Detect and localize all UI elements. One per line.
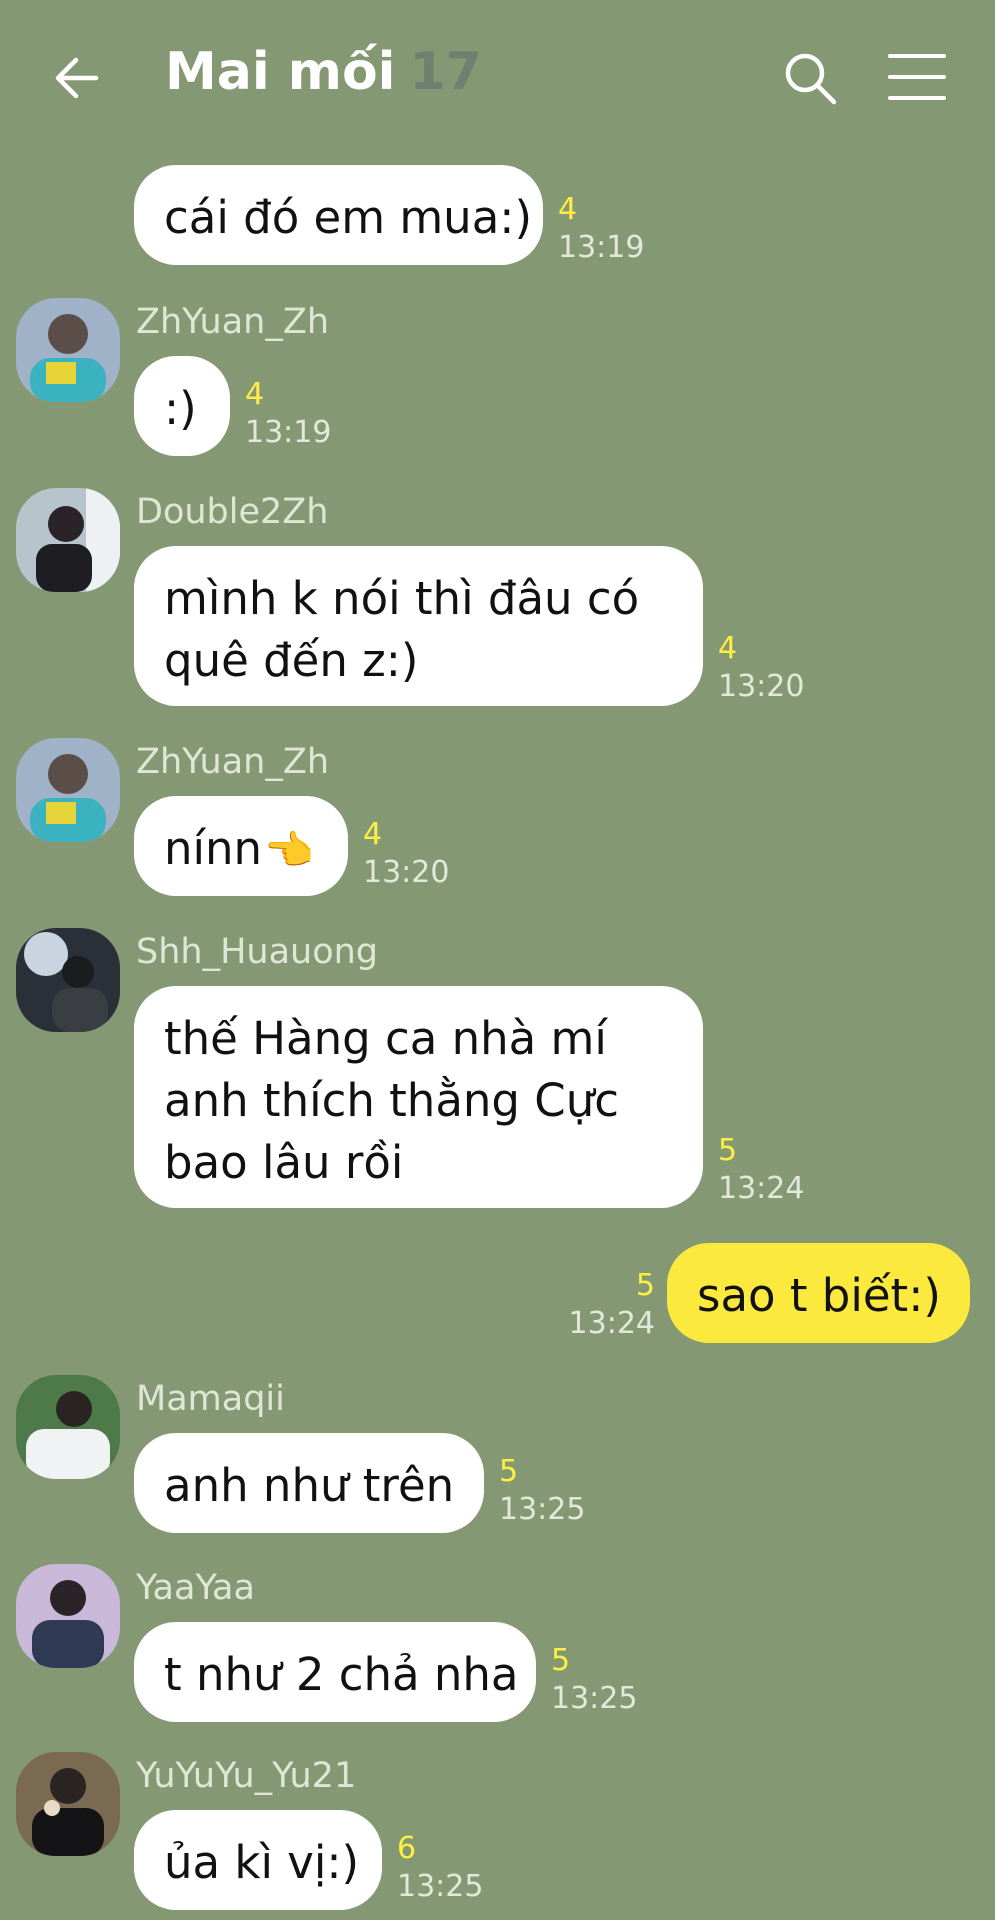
message-time: 13:25	[551, 1681, 638, 1716]
message-bubble[interactable]: t như 2 chả nha	[134, 1622, 536, 1722]
message-bubble[interactable]: thế Hàng ca nhà mí anh thích thằng Cực b…	[134, 986, 703, 1208]
read-count: 5	[551, 1643, 571, 1678]
message-text: ủa kì vị:)	[164, 1836, 360, 1889]
message-bubble[interactable]: :)	[134, 356, 230, 456]
message-meta: 6 13:25	[397, 1830, 483, 1906]
message-text-line: thế Hàng ca nhà mí	[164, 1012, 607, 1065]
message-text-line: mình k nói thì đâu có	[164, 572, 640, 625]
sender-name: ZhYuan_Zh	[136, 302, 329, 342]
read-count: 5	[499, 1454, 519, 1489]
message-meta: 5 13:24	[569, 1267, 655, 1343]
read-count: 4	[718, 631, 738, 666]
avatar[interactable]	[16, 738, 120, 842]
message-bubble[interactable]: cái đó em mua:)	[134, 165, 543, 265]
message-meta: 4 13:20	[718, 630, 804, 706]
avatar[interactable]	[16, 1375, 120, 1479]
back-arrow-icon[interactable]	[50, 48, 110, 108]
message-bubble[interactable]: mình k nói thì đâu có quê đến z:)	[134, 546, 703, 706]
message-text: nínn	[164, 822, 263, 875]
message-bubble[interactable]: ủa kì vị:)	[134, 1810, 382, 1910]
read-count: 5	[718, 1133, 738, 1168]
message-bubble[interactable]: sao t biết:)	[667, 1243, 970, 1343]
read-count: 4	[558, 192, 578, 227]
menu-icon[interactable]	[888, 54, 946, 100]
message-time: 13:24	[718, 1171, 805, 1206]
sender-name: Shh_Huauong	[136, 932, 379, 972]
message-bubble[interactable]: anh như trên	[134, 1433, 484, 1533]
message-text: :)	[164, 382, 197, 435]
avatar[interactable]	[16, 488, 120, 592]
message-text: t như 2 chả nha	[164, 1648, 519, 1701]
chat-title-text: Mai mối	[165, 42, 396, 102]
sender-name: Double2Zh	[136, 492, 329, 532]
read-count: 4	[363, 817, 383, 852]
member-count: 17	[409, 42, 482, 102]
message-time: 13:19	[245, 415, 332, 450]
message-time: 13:20	[718, 669, 805, 704]
sender-name: Mamaqii	[136, 1379, 285, 1419]
message-time: 13:24	[568, 1306, 655, 1341]
hand-emoji-icon: 👈	[264, 828, 314, 874]
message-text: cái đó em mua:)	[164, 191, 532, 244]
message-text: anh như trên	[164, 1459, 455, 1512]
message-text: sao t biết:)	[697, 1269, 941, 1322]
message-meta: 4 13:20	[363, 816, 449, 892]
sender-name: YuYuYu_Yu21	[136, 1756, 357, 1796]
message-time: 13:25	[397, 1869, 484, 1904]
sender-name: ZhYuan_Zh	[136, 742, 329, 782]
message-meta: 4 13:19	[558, 191, 644, 267]
message-bubble[interactable]: nínn👈	[134, 796, 348, 896]
read-count: 4	[245, 377, 265, 412]
read-count: 5	[635, 1268, 655, 1303]
read-count: 6	[397, 1831, 417, 1866]
message-meta: 5 13:25	[551, 1642, 637, 1718]
chat-title: Mai mối 17	[165, 42, 482, 102]
message-time: 13:25	[499, 1492, 586, 1527]
avatar[interactable]	[16, 298, 120, 402]
message-meta: 4 13:19	[245, 376, 331, 452]
sender-name: YaaYaa	[136, 1568, 255, 1608]
message-time: 13:20	[363, 855, 450, 890]
message-time: 13:19	[558, 230, 645, 265]
message-meta: 5 13:25	[499, 1453, 585, 1529]
search-icon[interactable]	[780, 48, 840, 108]
avatar[interactable]	[16, 1752, 120, 1856]
avatar[interactable]	[16, 1564, 120, 1668]
chat-header: Mai mối 17	[0, 0, 995, 160]
message-text-line: bao lâu rồi	[164, 1136, 404, 1189]
message-text-line: anh thích thằng Cực	[164, 1074, 619, 1127]
message-text-line: quê đến z:)	[164, 634, 419, 687]
message-meta: 5 13:24	[718, 1132, 804, 1208]
avatar[interactable]	[16, 928, 120, 1032]
